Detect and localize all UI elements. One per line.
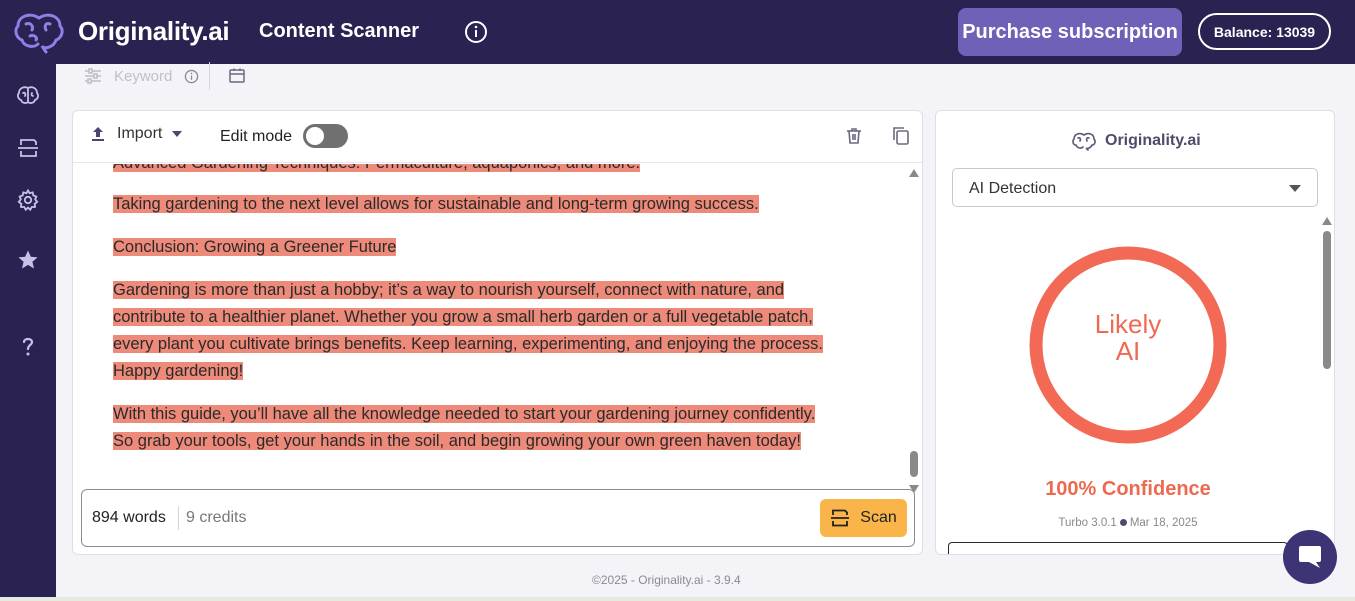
copy-icon[interactable]	[891, 126, 911, 146]
verdict-line: AI	[1115, 336, 1141, 366]
editor-scrollbar-thumb[interactable]	[910, 451, 918, 477]
brain-icon[interactable]	[16, 84, 40, 108]
model-meta: Turbo 3.0.1 Mar 18, 2025	[936, 517, 1320, 529]
divider	[178, 506, 179, 530]
text-paragraph: Taking gardening to the next level allow…	[113, 191, 759, 218]
footer-text: ©2025 - Originality.ai - 3.9.4	[592, 573, 741, 587]
calendar-icon[interactable]	[228, 67, 246, 85]
bottom-strip	[0, 597, 1355, 601]
scan-date: Mar 18, 2025	[1129, 517, 1198, 529]
scan-button[interactable]: Scan	[820, 499, 907, 537]
text-line: So grab your tools, get your hands in th…	[113, 432, 801, 450]
text-line: every plant you cultivate brings benefit…	[113, 335, 823, 353]
result-scrollbar-thumb[interactable]	[1323, 231, 1331, 369]
text-line: With this guide, you’ll have all the kno…	[113, 405, 816, 423]
sliders-icon[interactable]	[84, 67, 102, 85]
page-title: Content Scanner	[259, 20, 420, 42]
upload-icon	[92, 127, 104, 141]
star-icon[interactable]	[16, 248, 40, 272]
chat-bubble-icon	[1299, 546, 1321, 568]
word-count: 894 words	[92, 509, 166, 526]
text-paragraph: With this guide, you’ll have all the kno…	[113, 401, 816, 455]
brain-logo-icon[interactable]	[12, 10, 66, 54]
trash-icon[interactable]	[845, 127, 863, 145]
top-bar: Originality.ai Content Scanner Purchase …	[0, 0, 1355, 64]
editor-toolbar: Import Edit mode	[73, 111, 922, 163]
toggle-knob	[306, 127, 324, 145]
text-line: contribute to a healthier planet. Whethe…	[113, 308, 813, 326]
result-section-box	[948, 542, 1288, 554]
credit-count: 9 credits	[186, 509, 247, 526]
brand-logo-text[interactable]: Originality.ai	[78, 16, 230, 47]
import-button[interactable]: Import	[91, 125, 194, 143]
scan-icon	[831, 509, 850, 527]
result-brand-name: Originality.ai	[1105, 132, 1201, 149]
info-icon[interactable]	[464, 20, 488, 44]
text-line: Advanced Gardening Techniques: Permacult…	[113, 164, 641, 177]
scan-bar: 894 words 9 credits Scan	[81, 489, 915, 547]
keyword-toolbar: Keyword	[84, 62, 246, 90]
verdict-line: Likely	[1094, 309, 1162, 339]
verdict-label: Likely AI	[1029, 311, 1227, 365]
select-value: AI Detection	[969, 180, 1057, 197]
scan-icon[interactable]	[16, 136, 40, 160]
keyword-info-icon[interactable]	[184, 69, 199, 84]
import-label: Import	[117, 125, 163, 142]
confidence-score: 100% Confidence	[1045, 478, 1211, 500]
keyword-label[interactable]: Keyword	[114, 68, 172, 85]
result-brand: Originality.ai	[1071, 131, 1201, 151]
edit-mode-label: Edit mode	[220, 128, 293, 145]
scan-label: Scan	[860, 509, 897, 526]
result-panel: Originality.ai AI Detection Likely AI 10…	[935, 110, 1335, 555]
chevron-down-icon	[1289, 185, 1301, 192]
text-line: Taking gardening to the next level allow…	[113, 195, 759, 213]
scroll-up-arrow[interactable]	[1322, 217, 1332, 225]
purchase-subscription-button[interactable]: Purchase subscription	[958, 8, 1182, 56]
chevron-down-icon	[172, 131, 183, 137]
brain-logo-icon	[1072, 132, 1096, 151]
toolbar-divider	[209, 62, 211, 90]
gear-icon[interactable]	[16, 188, 40, 212]
text-line: Conclusion: Growing a Greener Future	[113, 238, 397, 256]
edit-mode-toggle[interactable]	[303, 124, 348, 148]
balance-badge[interactable]: Balance: 13039	[1198, 13, 1331, 50]
detection-mode-select[interactable]: AI Detection	[952, 168, 1318, 207]
text-paragraph: Gardening is more than just a hobby; it’…	[113, 277, 823, 385]
sidebar	[0, 64, 56, 601]
text-line: Gardening is more than just a hobby; it’…	[113, 281, 785, 299]
help-icon[interactable]	[16, 334, 40, 358]
scroll-up-arrow[interactable]	[909, 169, 919, 177]
model-version: Turbo 3.0.1	[1058, 517, 1117, 529]
text-line: Happy gardening!	[113, 362, 244, 380]
dot-separator	[1119, 519, 1127, 527]
editor-panel: Import Edit mode Advanced Gardening Tech…	[72, 110, 923, 555]
chat-button[interactable]	[1283, 530, 1337, 584]
text-paragraph: Conclusion: Growing a Greener Future	[113, 234, 397, 261]
document-text-area[interactable]: Advanced Gardening Techniques: Permacult…	[73, 164, 922, 484]
